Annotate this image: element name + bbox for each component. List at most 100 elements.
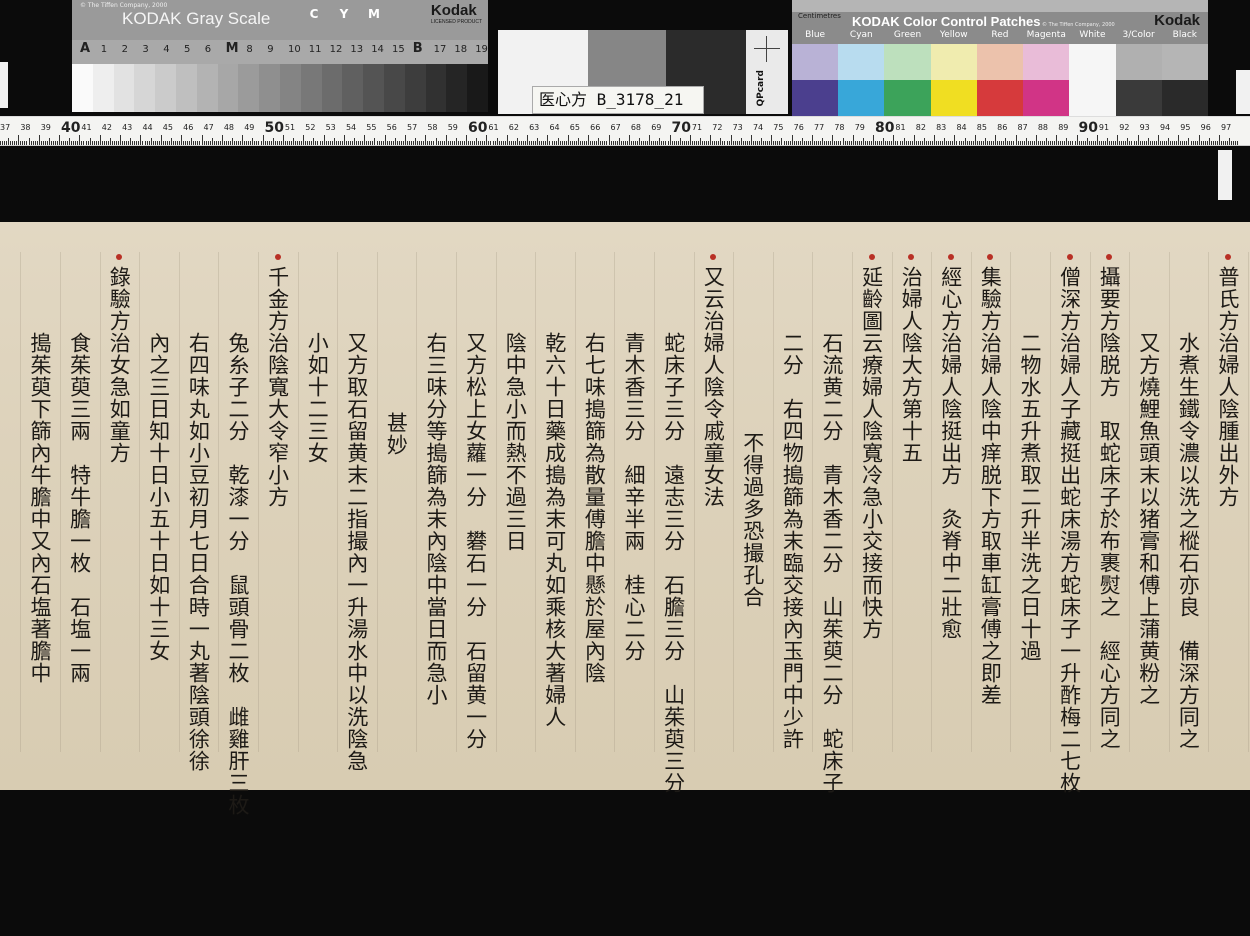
gray-scale-label: 14 <box>371 44 384 55</box>
ruler-tick <box>466 135 468 145</box>
ruler-tick <box>673 141 675 145</box>
ruler-tick <box>494 141 496 145</box>
ruler-tick <box>919 141 921 145</box>
ruler-number: 78 <box>834 123 845 132</box>
ruler-tick <box>1066 138 1068 145</box>
ruler-tick <box>832 135 834 145</box>
gray-step <box>155 64 176 112</box>
ruler-tick <box>46 141 48 145</box>
ruler-tick <box>773 141 775 145</box>
ruler-tick <box>1050 141 1052 145</box>
ruler-tick <box>341 141 343 145</box>
gray-scale-label: 13 <box>350 44 364 55</box>
gray-step <box>72 64 93 112</box>
ruler-tick <box>899 141 901 145</box>
ruler-tick <box>113 141 115 145</box>
ruler-tick <box>1092 141 1094 145</box>
color-patch <box>1023 44 1070 80</box>
ruler-tick <box>388 141 390 145</box>
ruler-tick <box>136 141 138 145</box>
ruler-tick <box>516 138 518 145</box>
gray-scale-label: 3 <box>142 44 149 55</box>
ruler-tick <box>301 141 303 145</box>
ruler-number: 91 <box>1098 123 1110 132</box>
ruler-tick <box>555 141 557 145</box>
ruler-tick <box>490 141 492 145</box>
gray-scale-label: 10 <box>288 44 301 55</box>
ruler-tick <box>791 135 793 145</box>
ruler-tick <box>254 141 256 145</box>
ruler-tick <box>1125 141 1127 145</box>
ruler-tick <box>14 141 16 145</box>
ruler-tick <box>91 141 93 145</box>
ruler-tick <box>600 141 602 145</box>
ruler-tick <box>1235 141 1237 145</box>
ruler-tick <box>608 135 610 145</box>
ruler-tick <box>944 138 946 145</box>
ruled-line <box>733 252 735 752</box>
color-card-copyright: © The Tiffen Company, 2000 <box>1042 22 1115 28</box>
ruler-tick <box>553 141 555 145</box>
manuscript-column: 小如十二三女 <box>305 332 330 464</box>
ruler-tick <box>830 141 832 145</box>
ruler-tick <box>307 141 309 145</box>
color-patch <box>1069 80 1116 116</box>
ruler-tick <box>752 141 754 145</box>
gray-scale-label: 12 <box>329 44 343 55</box>
ruler-tick <box>282 135 284 145</box>
ruler-tick <box>6 141 8 145</box>
ruler-tick <box>358 141 360 145</box>
ruler-tick <box>1043 141 1045 145</box>
ruler-tick <box>763 141 765 145</box>
color-patch <box>1115 80 1162 116</box>
ruler-tick <box>1109 141 1111 145</box>
ruler-tick <box>997 141 999 145</box>
ruler-tick <box>268 141 270 145</box>
ruler-tick <box>1037 141 1039 145</box>
ruler-number: 62 <box>508 123 519 132</box>
ruler-tick <box>345 141 347 145</box>
qpcard-label: QPcard <box>756 70 766 107</box>
color-patch <box>1161 44 1208 80</box>
ruler-tick <box>836 141 838 145</box>
ruler-tick <box>706 141 708 145</box>
ruler-tick <box>148 141 150 145</box>
patch-name: Black <box>1172 30 1198 40</box>
ruler-tick <box>602 141 604 145</box>
ruler-tick <box>77 141 79 145</box>
ruler-tick <box>761 138 763 145</box>
ruler-tick <box>419 141 421 145</box>
ruler-tick <box>93 141 95 145</box>
ruler-tick <box>309 141 311 145</box>
ruler-tick <box>449 141 451 145</box>
ruler-tick <box>866 141 868 145</box>
ruler-tick <box>891 141 893 145</box>
ruler-tick <box>24 141 26 145</box>
ruler-number: 43 <box>122 123 133 132</box>
ruled-line <box>970 252 972 752</box>
ruler-tick <box>289 141 290 145</box>
ruler-tick <box>683 141 685 145</box>
manuscript-column: 二物水五升煮取二升半洗之日十過 <box>1018 332 1042 662</box>
ruler-tick <box>1084 141 1086 145</box>
ruler-tick <box>508 141 510 145</box>
ruler-tick <box>244 141 246 145</box>
ruler-tick <box>1117 135 1119 145</box>
ruler-tick <box>702 141 704 145</box>
ruler-tick <box>1233 141 1235 145</box>
ruler-tick <box>366 141 368 145</box>
gray-step <box>342 64 364 112</box>
ruler-number: 76 <box>793 123 804 132</box>
ruler-number: 84 <box>956 123 967 132</box>
gray-step <box>300 64 322 112</box>
gray-card-header: © The Tiffen Company, 2000 KODAK Gray Sc… <box>72 0 488 40</box>
ruler-tick <box>4 141 6 145</box>
ruler-tick <box>236 141 238 145</box>
ruler-tick <box>905 141 907 145</box>
ruler-tick <box>343 135 345 145</box>
manuscript-column: 又方松上女蘿一分 礬石一分 石留黄一分 <box>463 332 488 750</box>
ruler-tick <box>710 135 712 145</box>
ruler-tick <box>561 141 563 145</box>
ruled-line <box>178 252 180 752</box>
ruler-tick <box>191 138 193 145</box>
